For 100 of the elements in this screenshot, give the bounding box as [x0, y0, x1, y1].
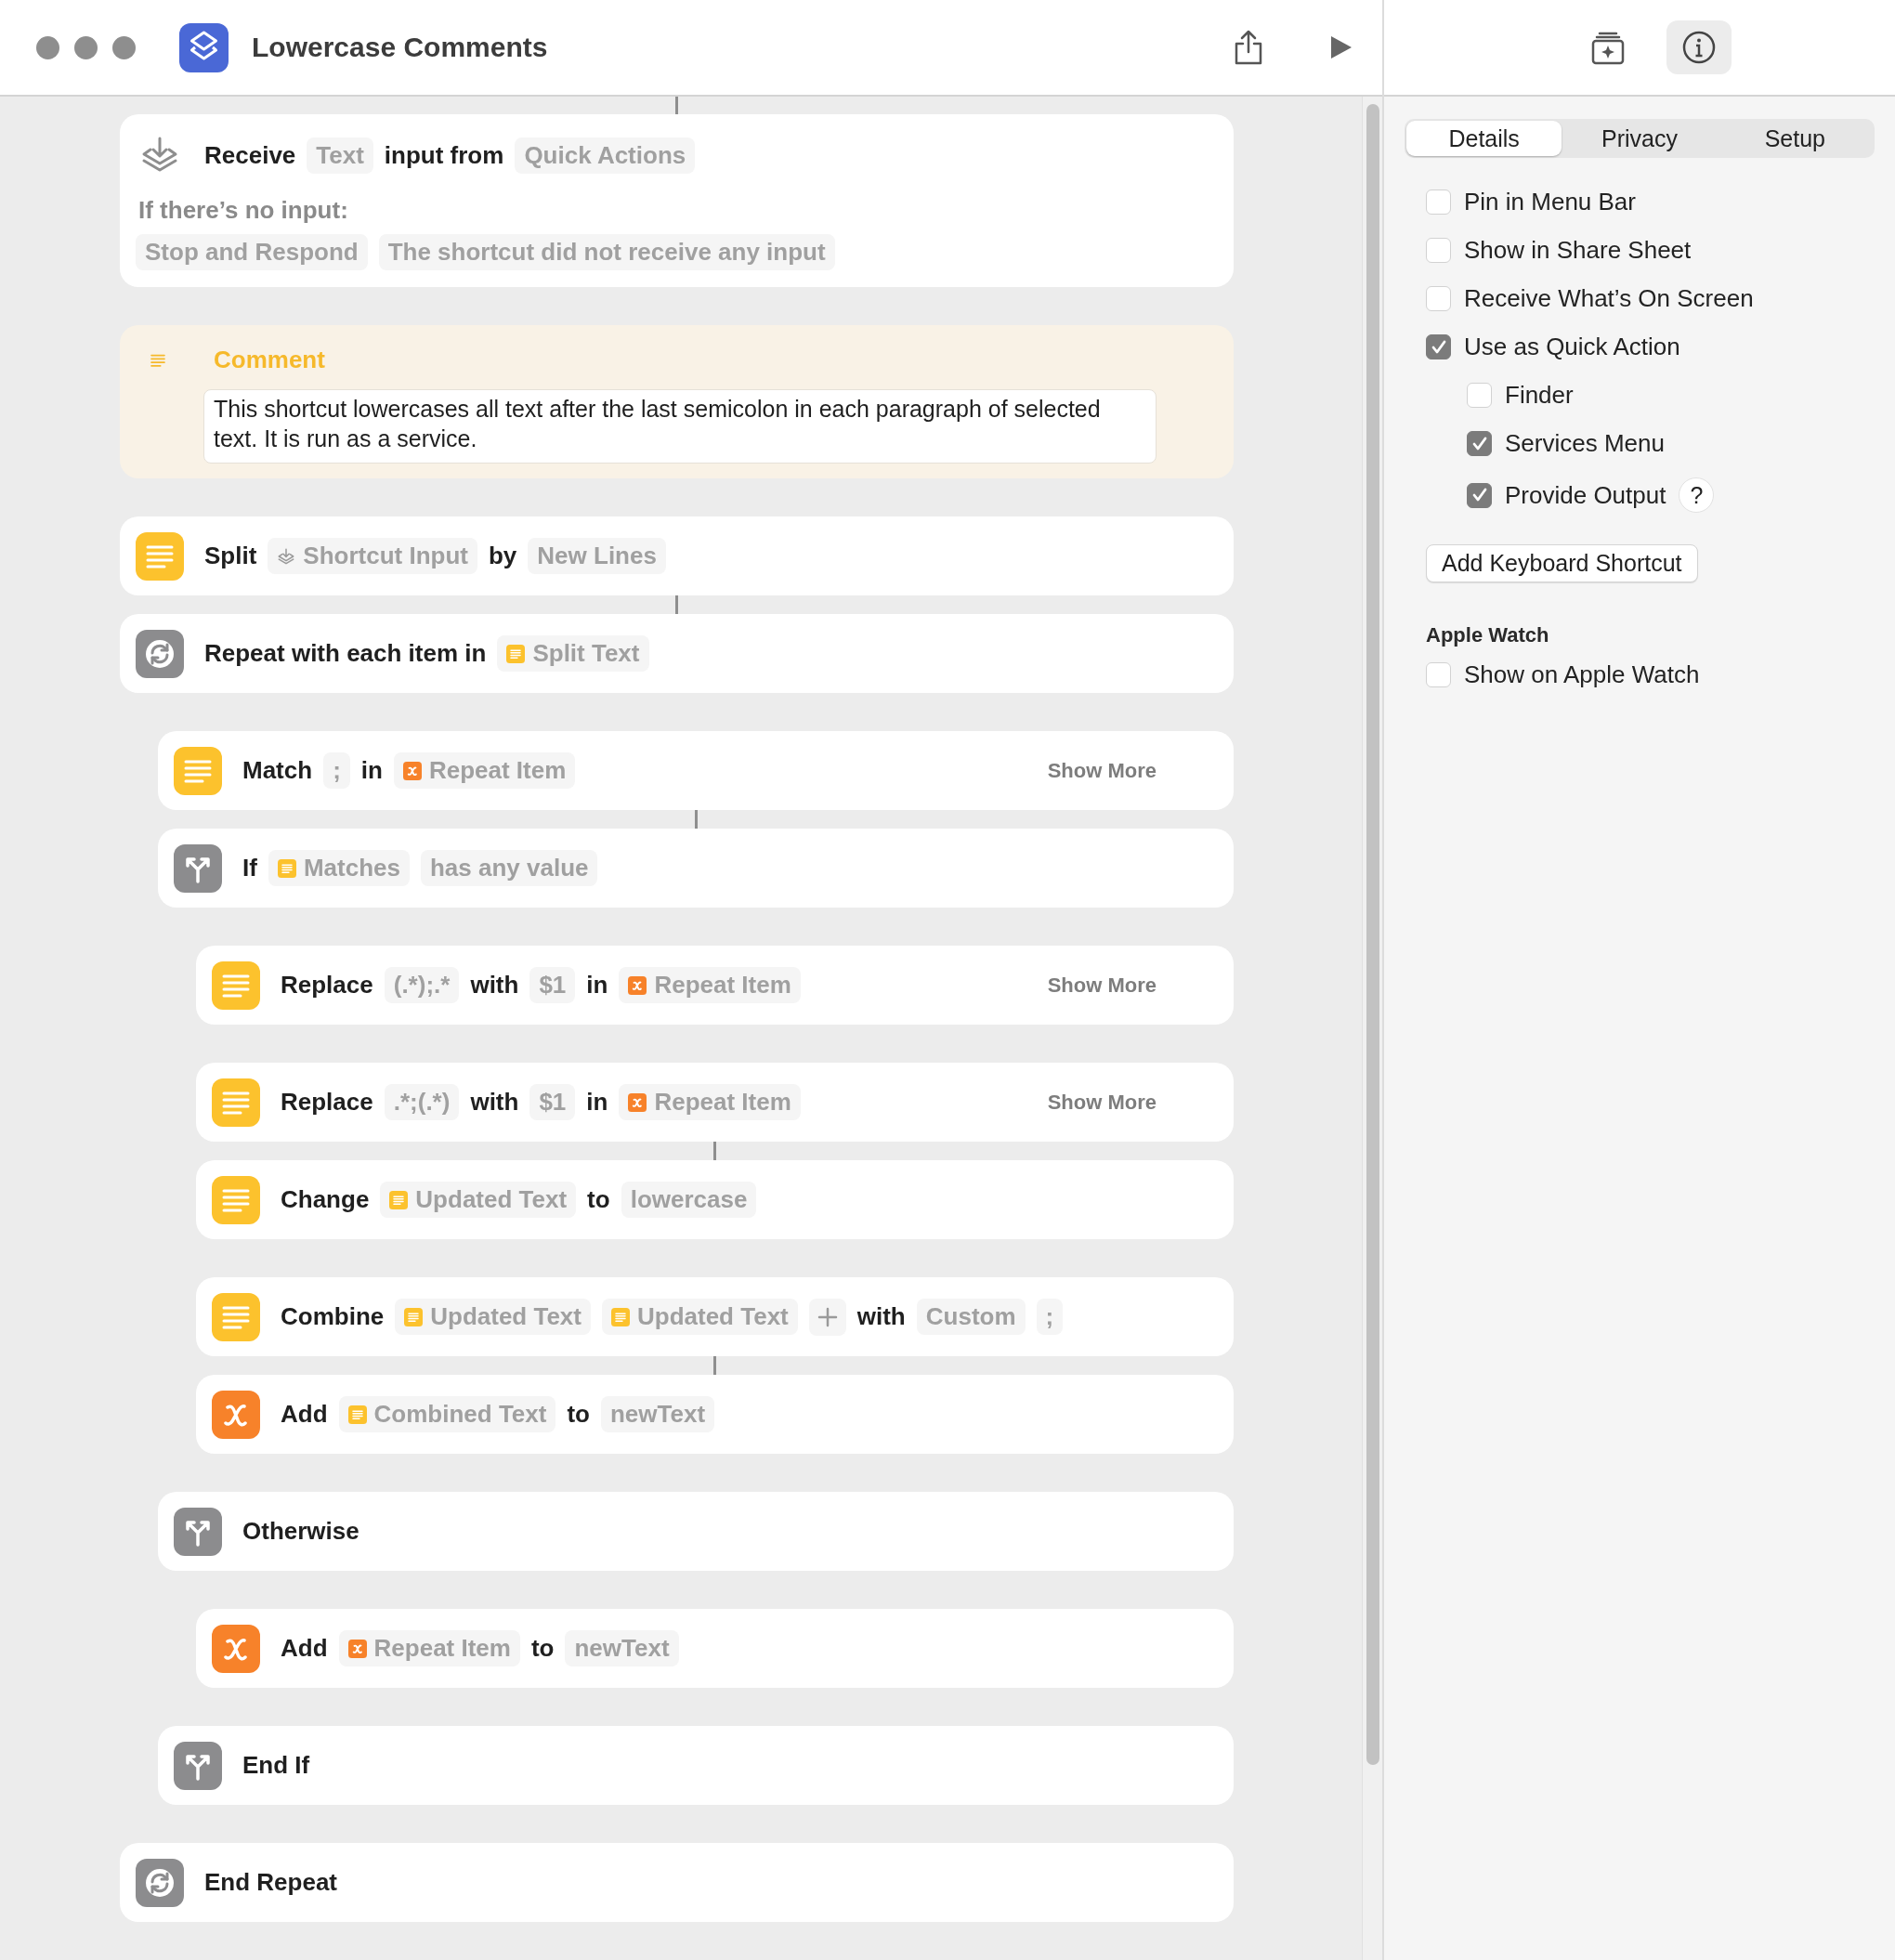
- text-lines-icon: [277, 858, 296, 878]
- action-label: with: [470, 971, 519, 1000]
- checkbox-label: Show in Share Sheet: [1464, 236, 1692, 265]
- tab[interactable]: Privacy: [1562, 121, 1718, 156]
- add-button[interactable]: [808, 1298, 846, 1336]
- action-label: in: [586, 971, 608, 1000]
- variable-icon: [212, 1624, 260, 1673]
- text-lines-icon: [212, 1292, 260, 1341]
- share-icon: [1233, 29, 1264, 66]
- parameter-token[interactable]: newText: [600, 1396, 715, 1432]
- variable-icon: [628, 975, 647, 995]
- repeat-icon: [136, 1858, 184, 1907]
- variable-icon: [402, 761, 422, 780]
- variable-icon: [212, 1390, 260, 1439]
- variable-icon: [628, 1092, 647, 1112]
- parameter-token[interactable]: Updated Text: [395, 1299, 591, 1335]
- checkbox-label: Provide Output: [1505, 480, 1666, 510]
- tab[interactable]: Setup: [1717, 121, 1873, 156]
- parameter-token[interactable]: newText: [565, 1630, 679, 1666]
- parameter-token[interactable]: $1: [529, 1084, 576, 1120]
- parameter-token[interactable]: Shortcut Input: [268, 538, 477, 574]
- action-label: to: [530, 1634, 555, 1663]
- download-stack-icon: [277, 546, 296, 566]
- show-more-link[interactable]: Show More: [1047, 973, 1157, 998]
- app-icon: [179, 22, 229, 72]
- parameter-token[interactable]: Repeat Item: [338, 1630, 520, 1666]
- parameter-token[interactable]: (.*);.*: [384, 967, 460, 1003]
- parameter-token[interactable]: Stop and Respond: [136, 234, 368, 270]
- branch-icon: [174, 1507, 222, 1556]
- comment-text[interactable]: This shortcut lowercases all text after the last semicolon in each paragraph of selected text. It is run as a service.: [203, 389, 1157, 464]
- parameter-token[interactable]: ;: [323, 752, 350, 789]
- action-label: Change: [281, 1185, 370, 1214]
- plus-icon: [817, 1306, 838, 1327]
- text-lines-icon: [506, 644, 526, 663]
- action-label: Add: [281, 1634, 328, 1663]
- parameter-token[interactable]: .*;(.*): [384, 1084, 460, 1120]
- checkbox-label: Services Menu: [1505, 429, 1665, 458]
- parameter-token[interactable]: New Lines: [528, 538, 666, 574]
- checkbox[interactable]: [1426, 334, 1451, 359]
- action-label: Split: [204, 542, 257, 570]
- close-button[interactable]: [36, 35, 59, 59]
- parameter-token[interactable]: The shortcut did not receive any input: [378, 234, 835, 270]
- parameter-token[interactable]: Matches: [268, 850, 410, 886]
- checkbox-label: Pin in Menu Bar: [1464, 188, 1636, 216]
- parameter-token[interactable]: Split Text: [497, 635, 649, 672]
- parameter-token[interactable]: Updated Text: [602, 1299, 798, 1335]
- section-title: Apple Watch: [1426, 623, 1550, 647]
- parameter-token[interactable]: Repeat Item: [619, 1084, 801, 1120]
- action-label: Receive: [204, 140, 296, 170]
- parameter-token[interactable]: Custom: [916, 1299, 1026, 1335]
- text-lines-icon: [389, 1190, 409, 1209]
- action-label: input from: [384, 140, 504, 170]
- checkbox-label: Show on Apple Watch: [1464, 660, 1700, 689]
- action-label: with: [470, 1088, 519, 1117]
- checkbox-label: Receive What’s On Screen: [1464, 284, 1754, 313]
- checkbox-label: Use as Quick Action: [1464, 333, 1680, 361]
- info-icon: [1680, 29, 1718, 66]
- parameter-token[interactable]: Repeat Item: [619, 967, 801, 1003]
- action-label: to: [587, 1185, 610, 1214]
- checkbox[interactable]: [1467, 431, 1492, 456]
- action-label: Replace: [281, 1088, 373, 1117]
- zoom-button[interactable]: [112, 35, 136, 59]
- action-label: to: [567, 1400, 590, 1429]
- scrollbar[interactable]: [1366, 104, 1379, 1765]
- info-button[interactable]: [1666, 20, 1732, 74]
- action-label: Repeat with each item in: [204, 639, 487, 668]
- parameter-token[interactable]: Text: [307, 137, 373, 174]
- repeat-icon: [136, 629, 184, 678]
- branch-icon: [174, 843, 222, 893]
- action-label: End Repeat: [204, 1868, 338, 1897]
- action-label: in: [586, 1088, 608, 1117]
- parameter-token[interactable]: Updated Text: [380, 1182, 577, 1218]
- action-label: If: [242, 854, 257, 882]
- text-lines-icon: [212, 1078, 260, 1127]
- parameter-token[interactable]: has any value: [420, 850, 598, 886]
- parameter-token[interactable]: $1: [529, 967, 576, 1003]
- add-keyboard-shortcut-button[interactable]: Add Keyboard Shortcut: [1426, 544, 1698, 582]
- tab[interactable]: Details: [1406, 121, 1562, 156]
- window-title: Lowercase Comments: [252, 32, 548, 63]
- fallback-label: If there’s no input:: [138, 196, 349, 225]
- text-lines-icon: [174, 746, 222, 795]
- text-lines-icon: [611, 1307, 630, 1326]
- text-lines-icon: [404, 1307, 424, 1326]
- text-lines-icon: [136, 531, 184, 581]
- minimize-button[interactable]: [74, 35, 98, 59]
- comment-title: Comment: [214, 346, 325, 374]
- action-label: by: [489, 542, 517, 570]
- checkbox[interactable]: [1467, 482, 1492, 508]
- action-label: End If: [242, 1751, 310, 1780]
- parameter-token[interactable]: lowercase: [621, 1182, 757, 1218]
- parameter-token[interactable]: ;: [1036, 1299, 1064, 1335]
- parameter-token[interactable]: Repeat Item: [393, 752, 576, 789]
- parameter-token[interactable]: Combined Text: [338, 1396, 556, 1432]
- action-label: Replace: [281, 971, 373, 1000]
- help-button[interactable]: ?: [1679, 477, 1715, 513]
- action-label: Add: [281, 1400, 328, 1429]
- show-more-link[interactable]: Show More: [1047, 758, 1157, 783]
- parameter-token[interactable]: Quick Actions: [515, 137, 696, 174]
- show-more-link[interactable]: Show More: [1047, 1090, 1157, 1115]
- action-label: with: [856, 1302, 906, 1331]
